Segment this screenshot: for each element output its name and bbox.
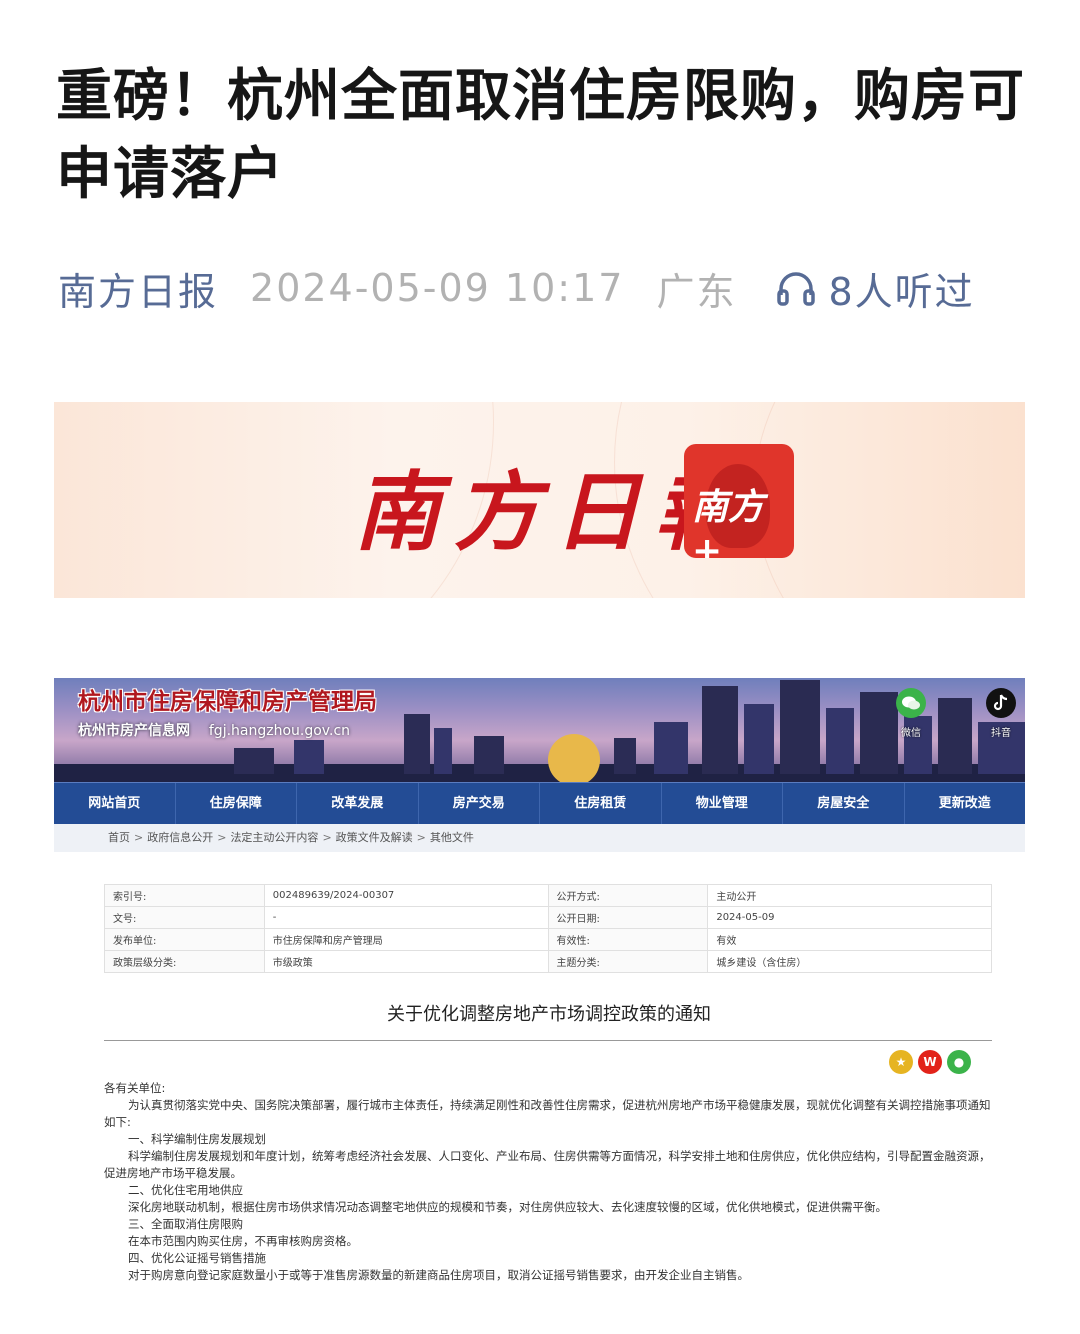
breadcrumb-separator: > xyxy=(416,831,426,844)
body-paragraph: 深化房地联动机制，根据住房市场供求情况动态调整宅地供应的规模和节奏，对住房供应较… xyxy=(128,1200,887,1214)
listen-button[interactable]: 8人听过 xyxy=(776,261,974,316)
body-paragraph: 对于购房意向登记家庭数量小于或等于准售房源数量的新建商品住房项目，取消公证摇号销… xyxy=(128,1268,749,1282)
info-value: 主动公开 xyxy=(707,884,992,907)
info-value: - xyxy=(263,906,549,929)
table-row: 发布单位: 市住房保障和房产管理局 有效性: 有效 xyxy=(104,928,992,951)
app-icon-label: 南方+ xyxy=(692,486,765,558)
body-heading: 一、科学编制住房发展规划 xyxy=(128,1132,266,1146)
body-paragraph: 在本市范围内购买住房，不再审核购房资格。 xyxy=(128,1234,358,1248)
info-value: 市住房保障和房产管理局 xyxy=(263,928,549,951)
divider xyxy=(104,1040,992,1041)
wechat-link[interactable]: 微信 xyxy=(894,688,928,739)
nav-item-reform[interactable]: 改革发展 xyxy=(297,783,419,824)
body-paragraph: 为认真贯彻落实党中央、国务院决策部署，履行城市主体责任，持续满足刚性和改善性住房… xyxy=(104,1098,991,1129)
info-value: 2024-05-09 xyxy=(707,906,992,929)
info-key: 文号: xyxy=(104,906,265,929)
breadcrumb-other-docs[interactable]: 其他文件 xyxy=(430,831,474,844)
gov-site-nav: 网站首页 住房保障 改革发展 房产交易 住房租赁 物业管理 房屋安全 更新改造 xyxy=(54,782,1025,824)
gov-site-name: 杭州市房产信息网 xyxy=(78,723,190,739)
headphones-icon xyxy=(777,272,816,306)
nav-item-home[interactable]: 网站首页 xyxy=(54,783,176,824)
info-key: 主题分类: xyxy=(547,950,709,973)
nav-item-housing-security[interactable]: 住房保障 xyxy=(176,783,297,824)
body-salutation: 各有关单位: xyxy=(104,1081,166,1095)
wechat-icon xyxy=(896,688,926,718)
breadcrumb-separator: > xyxy=(217,831,227,844)
nav-item-rental[interactable]: 住房租赁 xyxy=(540,783,662,824)
breadcrumb-gov-info[interactable]: 政府信息公开 xyxy=(147,831,213,844)
body-heading: 三、全面取消住房限购 xyxy=(128,1217,243,1231)
nav-item-property-trade[interactable]: 房产交易 xyxy=(419,783,540,824)
breadcrumb-policy-docs[interactable]: 政策文件及解读 xyxy=(336,831,413,844)
document-info-table: 索引号: 002489639/2024-00307 公开方式: 主动公开 文号:… xyxy=(104,884,992,973)
wechat-share-icon[interactable]: ● xyxy=(947,1050,971,1074)
nav-item-renewal[interactable]: 更新改造 xyxy=(905,783,1026,824)
article-source-link[interactable]: 南方日报 xyxy=(58,261,218,316)
info-key: 公开方式: xyxy=(547,884,709,907)
breadcrumb-legal-content[interactable]: 法定主动公开内容 xyxy=(230,831,318,844)
body-heading: 二、优化住宅用地供应 xyxy=(128,1183,243,1197)
douyin-icon xyxy=(986,688,1016,718)
info-value: 有效 xyxy=(707,928,992,951)
breadcrumb-home[interactable]: 首页 xyxy=(108,831,130,844)
info-value: 002489639/2024-00307 xyxy=(263,884,549,907)
article-meta: 南方日报 2024-05-09 10:17 广东 8人听过 xyxy=(58,262,975,314)
info-value: 市级政策 xyxy=(263,950,549,973)
gov-site-title: 杭州市住房保障和房产管理局 xyxy=(78,688,377,715)
info-value: 城乡建设（含住房） xyxy=(707,950,992,973)
gov-site-header: 杭州市住房保障和房产管理局 杭州市房产信息网 fgj.hangzhou.gov.… xyxy=(54,678,1025,782)
listen-count: 8人听过 xyxy=(828,269,975,314)
nav-item-building-safety[interactable]: 房屋安全 xyxy=(783,783,905,824)
table-row: 索引号: 002489639/2024-00307 公开方式: 主动公开 xyxy=(104,884,992,907)
table-row: 政策层级分类: 市级政策 主题分类: 城乡建设（含住房） xyxy=(104,950,992,973)
document-title: 关于优化调整房地产市场调控政策的通知 xyxy=(387,1004,711,1025)
table-row: 文号: - 公开日期: 2024-05-09 xyxy=(104,906,992,929)
breadcrumb-separator: > xyxy=(322,831,332,844)
share-icons: ★ W ● xyxy=(884,1050,971,1074)
favorite-icon[interactable]: ★ xyxy=(889,1050,913,1074)
document-body: 各有关单位: 为认真贯彻落实党中央、国务院决策部署，履行城市主体责任，持续满足刚… xyxy=(104,1080,992,1284)
body-heading: 四、优化公证摇号销售措施 xyxy=(128,1251,266,1265)
info-key: 索引号: xyxy=(104,884,265,907)
weibo-icon[interactable]: W xyxy=(918,1050,942,1074)
info-key: 有效性: xyxy=(547,928,709,951)
info-key: 公开日期: xyxy=(547,906,709,929)
article-datetime: 2024-05-09 10:17 xyxy=(250,266,625,310)
gov-site-subtitle: 杭州市房产信息网 fgj.hangzhou.gov.cn xyxy=(78,720,350,740)
breadcrumb: 首页 > 政府信息公开 > 法定主动公开内容 > 政策文件及解读 > 其他文件 xyxy=(54,824,1025,852)
wechat-label: 微信 xyxy=(901,728,921,739)
info-key: 发布单位: xyxy=(104,928,265,951)
nanfang-plus-app-icon: 南方+ xyxy=(684,444,794,558)
article-region: 广东 xyxy=(656,269,737,314)
body-paragraph: 科学编制住房发展规划和年度计划，统筹考虑经济社会发展、人口变化、产业布局、住房供… xyxy=(104,1149,991,1180)
info-key: 政策层级分类: xyxy=(104,950,265,973)
douyin-link[interactable]: 抖音 xyxy=(984,688,1018,739)
nav-item-property-management[interactable]: 物业管理 xyxy=(662,783,783,824)
gov-notice-screenshot: 杭州市住房保障和房产管理局 杭州市房产信息网 fgj.hangzhou.gov.… xyxy=(54,678,1025,1328)
douyin-label: 抖音 xyxy=(991,728,1011,739)
gov-site-url: fgj.hangzhou.gov.cn xyxy=(208,723,351,739)
newspaper-banner: 南方日報 南方+ xyxy=(54,402,1025,598)
article-title: 重磅！杭州全面取消住房限购，购房可申请落户 xyxy=(56,64,1025,207)
breadcrumb-separator: > xyxy=(134,831,144,844)
